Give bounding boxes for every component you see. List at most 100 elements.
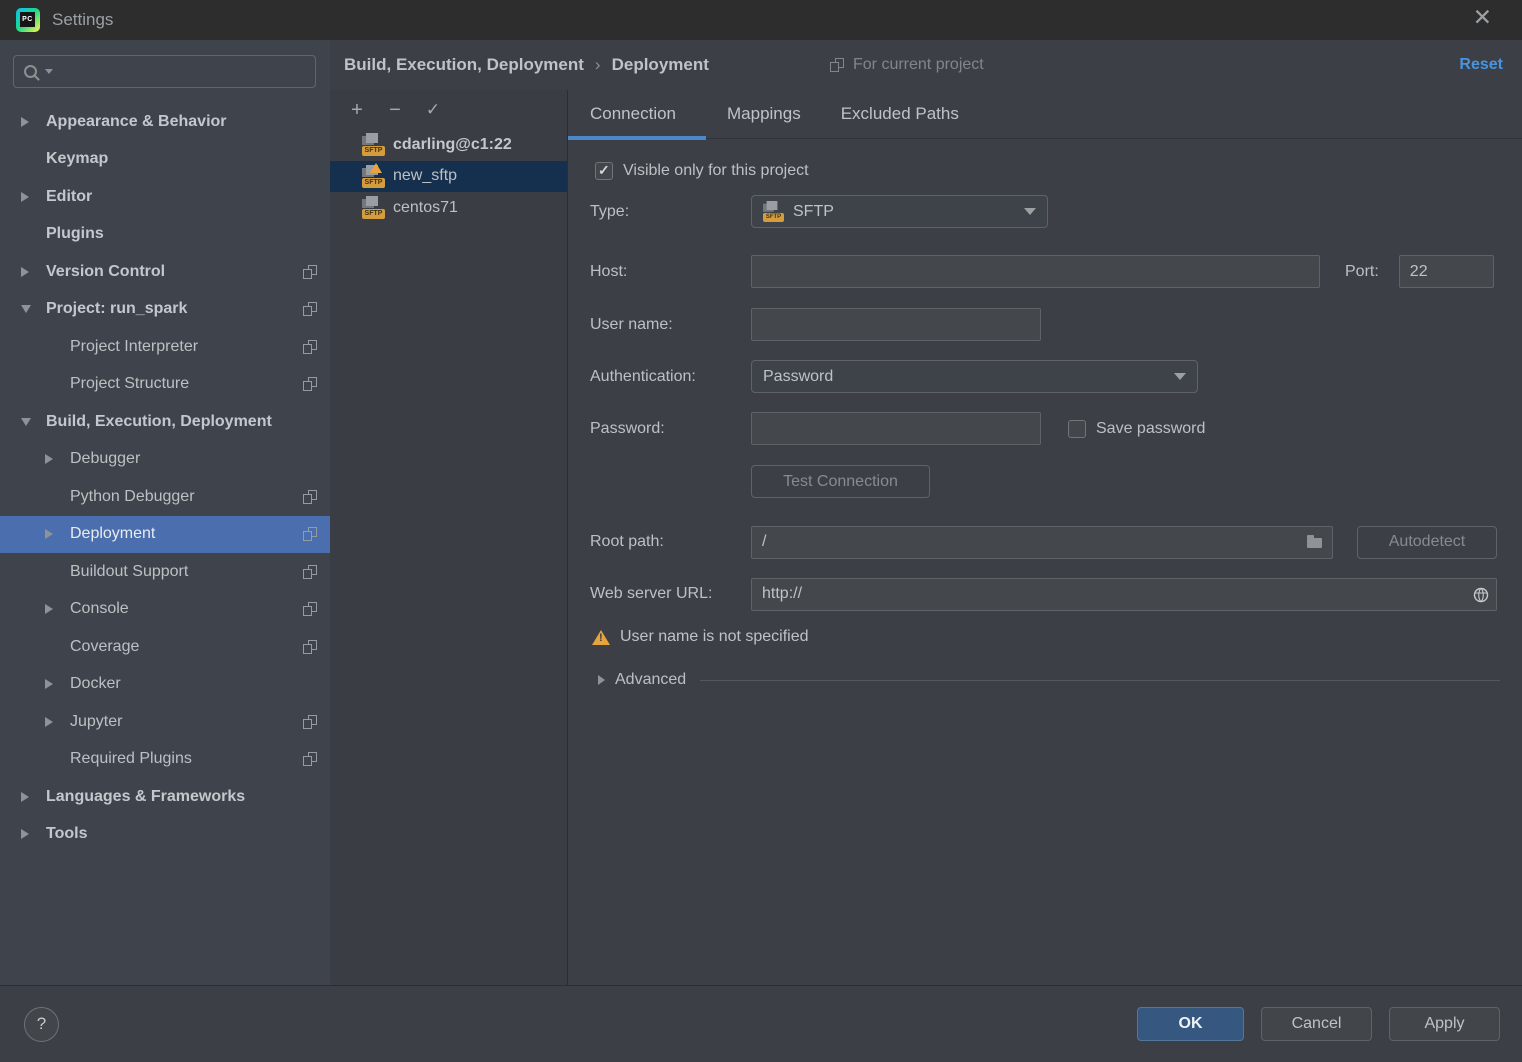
port-input[interactable]: [1398, 255, 1494, 288]
tab-connection[interactable]: Connection: [568, 104, 706, 124]
for-current-project-icon: [303, 564, 317, 579]
expand-arrow-icon[interactable]: [45, 454, 53, 465]
expand-arrow-icon[interactable]: [45, 529, 53, 540]
web-server-url-input[interactable]: [751, 577, 1497, 611]
user-name-input[interactable]: [751, 308, 1041, 341]
port-label: Port:: [1345, 262, 1379, 280]
root-path-label: Root path:: [590, 533, 664, 550]
help-button[interactable]: ?: [24, 1006, 59, 1042]
host-label: Host:: [590, 262, 628, 280]
sidebar-item-coverage[interactable]: Coverage: [0, 628, 330, 666]
expand-arrow-icon[interactable]: [21, 116, 29, 127]
deployment-form: Connection Mappings Excluded Paths Visib…: [568, 90, 1522, 985]
expand-arrow-icon[interactable]: [21, 829, 29, 840]
remove-server-icon[interactable]: −: [382, 99, 408, 122]
sidebar-item-console[interactable]: Console: [0, 591, 330, 629]
tab-excluded-paths[interactable]: Excluded Paths: [826, 104, 959, 124]
autodetect-button[interactable]: Autodetect: [1357, 525, 1497, 559]
host-row: Host: Port:: [568, 255, 1522, 288]
visible-only-row: Visible only for this project: [568, 159, 1522, 183]
password-input[interactable]: [751, 412, 1041, 445]
sidebar-item-buildout-support[interactable]: Buildout Support: [0, 553, 330, 591]
expand-arrow-icon[interactable]: [21, 791, 29, 802]
sidebar-item-keymap[interactable]: Keymap: [0, 141, 330, 179]
titlebar: PC Settings ✕: [0, 0, 1522, 40]
add-server-icon[interactable]: +: [344, 99, 370, 122]
cancel-button[interactable]: Cancel: [1261, 1007, 1372, 1041]
for-current-project-icon: [303, 339, 317, 354]
window-title: Settings: [52, 10, 114, 29]
sidebar-item-appearance-behavior[interactable]: Appearance & Behavior: [0, 103, 330, 141]
server-list-panel: + − ✓ SFTP cdarling@c1:22 SFTP new_sftp …: [330, 90, 568, 985]
root-path-row: Root path: Autodetect: [568, 525, 1522, 559]
search-box[interactable]: [13, 55, 316, 88]
sidebar-item-label: Required Plugins: [70, 750, 192, 768]
chevron-down-icon: [1174, 373, 1186, 380]
sidebar-item-project-structure[interactable]: Project Structure: [0, 366, 330, 404]
tab-strip: Connection Mappings Excluded Paths: [568, 90, 1522, 140]
sidebar-item-jupyter[interactable]: Jupyter: [0, 703, 330, 741]
sidebar-item-deployment[interactable]: Deployment: [0, 515, 330, 553]
advanced-label[interactable]: Advanced: [615, 671, 686, 689]
sidebar-item-label: Deployment: [70, 525, 156, 543]
root-path-input[interactable]: [751, 525, 1333, 559]
sidebar-item-debugger[interactable]: Debugger: [0, 441, 330, 479]
sidebar-item-label: Languages & Frameworks: [46, 787, 246, 805]
save-password-checkbox[interactable]: [1068, 419, 1086, 438]
sidebar-item-languages-frameworks[interactable]: Languages & Frameworks: [0, 778, 330, 816]
expand-arrow-icon[interactable]: [45, 716, 53, 727]
server-name: cdarling@c1:22: [393, 135, 512, 153]
sidebar-item-plugins[interactable]: Plugins: [0, 216, 330, 254]
expand-arrow-icon[interactable]: [45, 679, 53, 690]
sidebar-item-label: Editor: [46, 187, 93, 205]
sidebar-item-build-execution-deployment[interactable]: Build, Execution, Deployment: [0, 403, 330, 441]
search-input[interactable]: [53, 63, 315, 80]
search-options-caret-icon[interactable]: [45, 69, 53, 74]
tab-mappings[interactable]: Mappings: [706, 104, 826, 124]
chevron-down-icon: [1024, 208, 1036, 215]
apply-button[interactable]: Apply: [1389, 1007, 1500, 1041]
sidebar-item-label: Console: [70, 600, 129, 618]
collapse-arrow-icon[interactable]: [21, 305, 31, 314]
visible-only-checkbox[interactable]: [595, 162, 613, 180]
sidebar-item-docker[interactable]: Docker: [0, 666, 330, 704]
sidebar-item-project-run-spark[interactable]: Project: run_spark: [0, 291, 330, 329]
breadcrumb: Build, Execution, Deployment › Deploymen…: [344, 55, 709, 75]
sidebar-item-editor[interactable]: Editor: [0, 178, 330, 216]
server-row[interactable]: SFTP centos71: [330, 192, 567, 224]
sidebar-item-tools[interactable]: Tools: [0, 816, 330, 854]
pycharm-logo-text: PC: [20, 12, 35, 27]
collapse-arrow-icon[interactable]: [21, 417, 31, 426]
sftp-server-icon: SFTP: [362, 196, 385, 220]
for-current-project-indicator: For current project: [830, 40, 984, 90]
expand-arrow-icon[interactable]: [45, 604, 53, 615]
expand-arrow-icon[interactable]: [21, 191, 29, 202]
server-row[interactable]: SFTP cdarling@c1:22: [330, 129, 567, 161]
sidebar-item-label: Version Control: [46, 262, 166, 280]
sidebar-item-python-debugger[interactable]: Python Debugger: [0, 478, 330, 516]
reset-link[interactable]: Reset: [1459, 40, 1503, 90]
globe-icon[interactable]: [1473, 587, 1489, 608]
sidebar-item-project-interpreter[interactable]: Project Interpreter: [0, 328, 330, 366]
sidebar-item-label: Keymap: [46, 150, 109, 168]
settings-sidebar: Appearance & Behavior Keymap Editor Plug…: [0, 40, 330, 985]
type-dropdown[interactable]: SFTP SFTP: [751, 195, 1048, 228]
server-row-selected[interactable]: SFTP new_sftp: [330, 160, 567, 192]
for-current-project-icon: [303, 264, 317, 279]
close-icon[interactable]: ✕: [1473, 4, 1492, 31]
expand-arrow-icon[interactable]: [21, 266, 29, 277]
warning-icon: [592, 629, 610, 645]
for-current-project-icon: [303, 714, 317, 729]
folder-icon[interactable]: [1307, 534, 1322, 548]
ok-button[interactable]: OK: [1137, 1007, 1244, 1041]
sidebar-item-label: Buildout Support: [70, 562, 189, 580]
test-connection-button[interactable]: Test Connection: [751, 465, 930, 498]
for-current-project-icon: [303, 302, 317, 317]
sidebar-item-label: Build, Execution, Deployment: [46, 412, 272, 430]
host-input[interactable]: [751, 255, 1320, 288]
authentication-dropdown[interactable]: Password: [751, 360, 1198, 393]
sidebar-item-required-plugins[interactable]: Required Plugins: [0, 741, 330, 779]
expand-arrow-icon[interactable]: [598, 675, 605, 685]
use-as-default-icon[interactable]: ✓: [420, 100, 446, 120]
sidebar-item-version-control[interactable]: Version Control: [0, 253, 330, 291]
